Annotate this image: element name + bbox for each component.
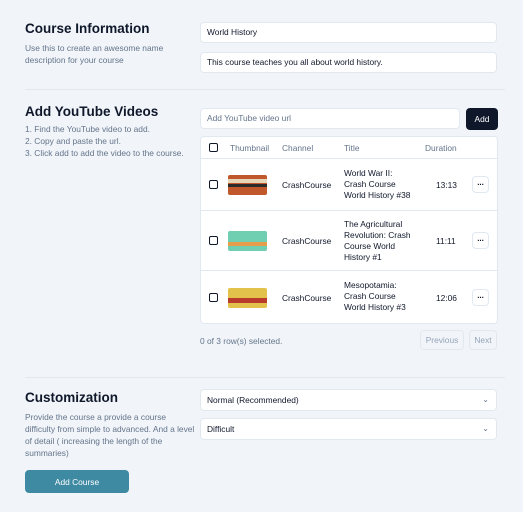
row-checkbox[interactable] (209, 180, 218, 189)
videos-table: Thumbnail Channel Title Duration CrashCo… (200, 136, 498, 324)
add-course-button[interactable]: Add Course (25, 470, 129, 493)
video-thumbnail (228, 231, 267, 251)
row-checkbox[interactable] (209, 236, 218, 245)
course-info-heading: Course Information (25, 21, 150, 36)
chevron-down-icon: ⌄ (482, 395, 489, 404)
row-actions-button[interactable]: ··· (472, 176, 489, 193)
difficulty-value: Normal (Recommended) (207, 395, 299, 405)
table-row: CrashCourse Mesopotamia: Crash Course Wo… (201, 271, 497, 323)
duration-cell: 13:13 (436, 180, 457, 190)
step-3: 3. Click add to add the video to the cou… (25, 148, 184, 158)
header-title: Title (344, 143, 360, 153)
videos-section: Add YouTube Videos 1. Find the YouTube v… (25, 104, 200, 159)
row-checkbox[interactable] (209, 293, 218, 302)
selection-status: 0 of 3 row(s) selected. (200, 336, 283, 346)
table-row: CrashCourse World War II: Crash Course W… (201, 159, 497, 211)
customization-heading: Customization (25, 390, 118, 405)
course-name-input[interactable]: World History (200, 22, 497, 43)
detail-value: Difficult (207, 424, 235, 434)
detail-select[interactable]: Difficult ⌄ (200, 418, 497, 440)
duration-cell: 12:06 (436, 293, 457, 303)
difficulty-select[interactable]: Normal (Recommended) ⌄ (200, 389, 497, 411)
row-actions-button[interactable]: ··· (472, 289, 489, 306)
table-header: Thumbnail Channel Title Duration (201, 137, 497, 159)
step-2: 2. Copy and paste the url. (25, 136, 121, 146)
customization-description: Provide the course a provide a course di… (25, 412, 195, 458)
channel-cell: CrashCourse (282, 293, 332, 303)
video-thumbnail (228, 175, 267, 195)
divider (25, 377, 505, 378)
customization-section: Customization Provide the course a provi… (25, 390, 197, 459)
title-cell: The Agricultural Revolution: Crash Cours… (344, 219, 411, 262)
row-actions-button[interactable]: ··· (472, 232, 489, 249)
next-button[interactable]: Next (469, 330, 497, 350)
course-info-description: Use this to create an awesome name descr… (25, 43, 164, 65)
table-row: CrashCourse The Agricultural Revolution:… (201, 211, 497, 271)
title-cell: Mesopotamia: Crash Course World History … (344, 280, 406, 312)
select-all-checkbox[interactable] (209, 143, 218, 152)
title-cell: World War II: Crash Course World History… (344, 168, 411, 200)
channel-cell: CrashCourse (282, 236, 332, 246)
videos-steps: 1. Find the YouTube video to add. 2. Cop… (25, 123, 200, 159)
previous-button[interactable]: Previous (420, 330, 464, 350)
videos-heading: Add YouTube Videos (25, 104, 159, 119)
youtube-url-input[interactable]: Add YouTube video url (200, 108, 460, 129)
divider (25, 89, 505, 90)
course-info-section: Course Information Use this to create an… (25, 21, 195, 66)
header-thumbnail: Thumbnail (230, 143, 270, 153)
course-description-input[interactable]: This course teaches you all about world … (200, 52, 497, 73)
chevron-down-icon: ⌄ (482, 424, 489, 433)
video-thumbnail (228, 288, 267, 308)
channel-cell: CrashCourse (282, 180, 332, 190)
duration-cell: 11:11 (436, 236, 456, 246)
step-1: 1. Find the YouTube video to add. (25, 124, 150, 134)
header-duration: Duration (425, 143, 457, 153)
add-video-button[interactable]: Add (466, 108, 498, 130)
header-channel: Channel (282, 143, 314, 153)
